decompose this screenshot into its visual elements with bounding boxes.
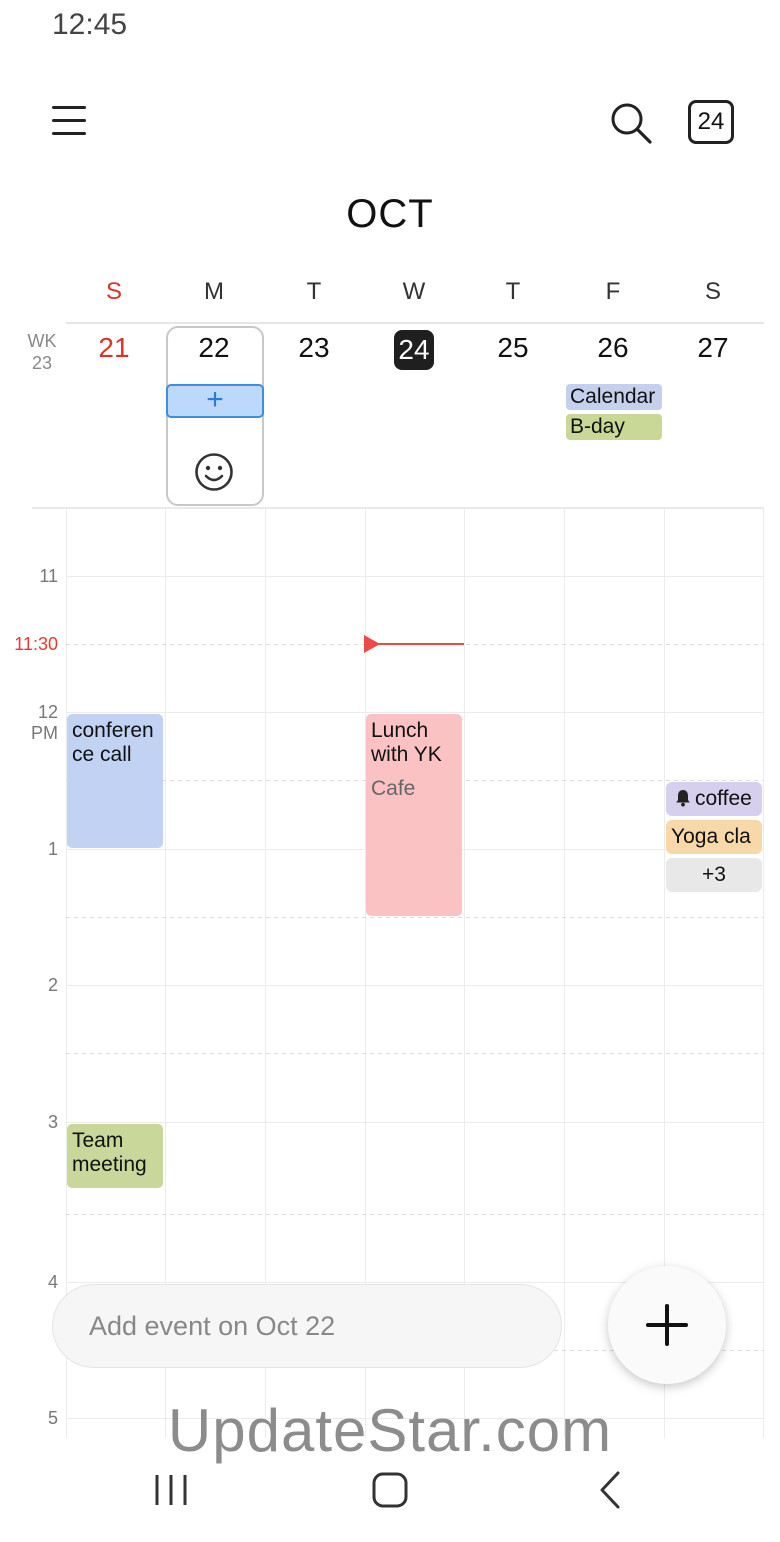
event-title: Lunch with YK [371, 719, 442, 766]
event-conference-call[interactable]: conferen ce call [67, 714, 163, 848]
header-divider [66, 322, 764, 324]
bell-icon [676, 790, 690, 807]
watermark: UpdateStar.com [167, 1397, 613, 1464]
current-time-label: 11:30 [14, 634, 58, 654]
grid-column-line [564, 508, 565, 1438]
hour-line [66, 712, 764, 713]
date-25[interactable]: 25 [463, 332, 563, 364]
back-icon[interactable] [586, 1466, 636, 1516]
quick-add-button[interactable]: + [166, 384, 264, 418]
hour-label-2: 2 [47, 975, 58, 995]
event-title: Yoga cla [671, 825, 751, 848]
hour-label-12pm: 12 PM [0, 702, 58, 744]
event-title: coffee [695, 787, 752, 810]
weekday-thu: T [505, 278, 521, 305]
home-icon[interactable] [365, 1466, 415, 1516]
weekday-tue: T [306, 278, 322, 305]
weekday-sat: S [704, 278, 721, 305]
weekday-sun: S [105, 278, 122, 305]
hour-label-4: 4 [47, 1272, 58, 1292]
weekday-mon: M [204, 278, 224, 305]
hour-line [66, 985, 764, 986]
weekday-wed: W [402, 278, 426, 305]
search-icon[interactable] [608, 100, 654, 146]
date-24-today[interactable]: 24 [364, 330, 464, 370]
event-location: Cafe [371, 777, 416, 800]
half-hour-line [66, 1053, 764, 1054]
today-button[interactable]: 24 [688, 100, 734, 144]
date-21[interactable]: 21 [64, 332, 164, 364]
event-coffee[interactable]: coffee [666, 782, 762, 816]
week-label: WK [27, 331, 57, 351]
half-hour-line [66, 1214, 764, 1215]
event-title: Team meeting [72, 1129, 147, 1176]
date-22[interactable]: 22 [164, 332, 264, 364]
more-events-button[interactable]: +3 [666, 858, 762, 892]
add-event-fab[interactable] [608, 1266, 726, 1384]
week-number: WK 23 [20, 330, 64, 374]
event-team-meeting[interactable]: Team meeting [67, 1124, 163, 1188]
hour-label-pm: PM [31, 723, 58, 743]
more-events-count: +3 [702, 863, 726, 886]
hour-label-11: 11 [39, 566, 58, 586]
date-26[interactable]: 26 [563, 332, 663, 364]
hour-line [66, 576, 764, 577]
current-time-line [372, 643, 464, 645]
month-title[interactable]: OCT [0, 192, 780, 237]
date-23[interactable]: 23 [264, 332, 364, 364]
hour-line [66, 1122, 764, 1123]
allday-event-calendar[interactable]: Calendar [566, 384, 662, 410]
hour-label-12: 12 [37, 702, 58, 722]
allday-event-bday[interactable]: B-day [566, 414, 662, 440]
event-lunch-with-yk[interactable]: Lunch with YK Cafe [366, 714, 462, 916]
weekday-fri: F [605, 278, 621, 305]
add-event-input[interactable]: Add event on Oct 22 [52, 1284, 562, 1368]
date-27[interactable]: 27 [663, 332, 763, 364]
grid-column-line [763, 508, 764, 1438]
menu-icon[interactable] [52, 104, 88, 138]
sticker-icon[interactable] [194, 452, 234, 492]
event-title: conferen ce call [72, 719, 154, 766]
plus-icon [646, 1304, 688, 1346]
hour-label-1: 1 [47, 839, 58, 859]
event-yoga-class[interactable]: Yoga cla [666, 820, 762, 854]
half-hour-line [66, 917, 764, 918]
status-time: 12:45 [52, 8, 128, 41]
week-label-number: 23 [31, 353, 53, 373]
today-date-label: 24 [394, 330, 434, 370]
recent-apps-icon[interactable] [146, 1466, 196, 1516]
hour-label-3: 3 [47, 1112, 58, 1132]
